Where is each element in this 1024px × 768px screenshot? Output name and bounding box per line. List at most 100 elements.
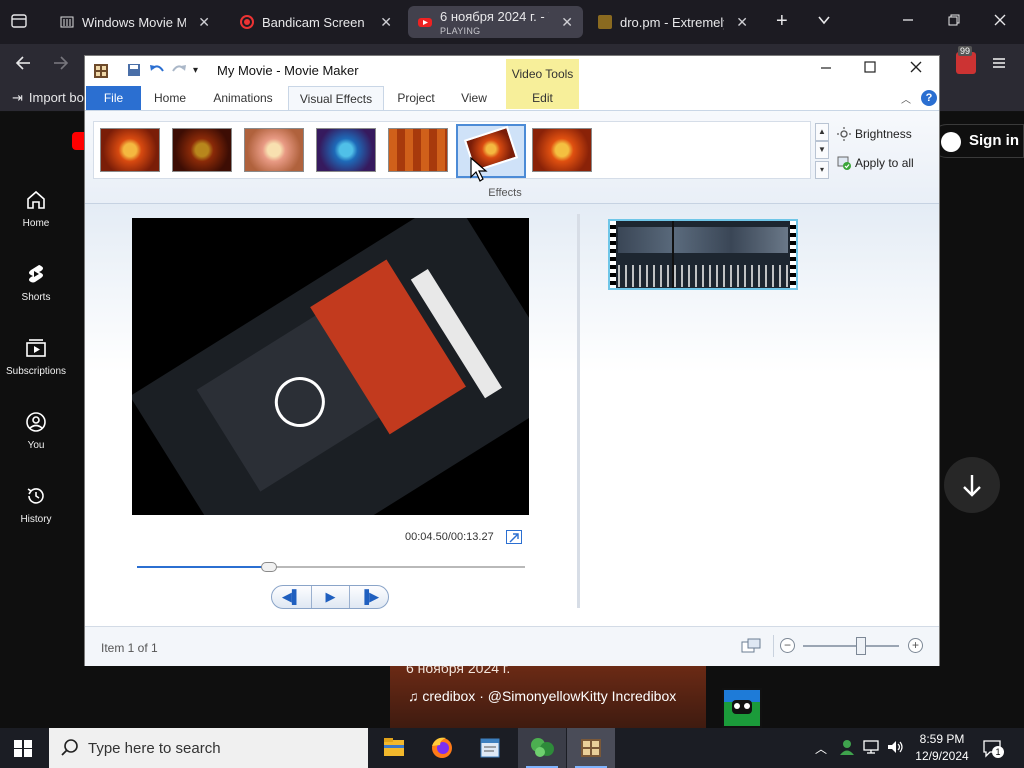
close-icon[interactable]: ✕ (561, 14, 573, 31)
close-icon[interactable] (901, 60, 931, 79)
tab-dropm[interactable]: dro.pm - Extremely Sh ✕ (588, 6, 758, 38)
effect-thumbnail[interactable] (532, 128, 592, 172)
search-icon (61, 739, 78, 756)
effect-thumbnail-selected[interactable] (456, 124, 526, 178)
zoom-in-icon[interactable]: + (908, 638, 923, 653)
menu-icon[interactable] (990, 54, 1008, 77)
apply-to-all-button[interactable]: Apply to all (837, 156, 914, 170)
file-explorer-icon[interactable] (370, 728, 418, 768)
close-icon[interactable]: ✕ (380, 14, 392, 31)
close-icon[interactable]: ✕ (736, 14, 748, 31)
clock[interactable]: 8:59 PM 12/9/2024 (914, 731, 970, 765)
tab-file[interactable]: File (86, 86, 141, 110)
badge-count: 99 (958, 46, 973, 56)
zoom-slider[interactable] (803, 645, 899, 647)
movie-maker-window: ▾ My Movie - Movie Maker Video Tools Fil… (84, 55, 940, 666)
tab-project[interactable]: Project (389, 86, 443, 110)
forward-icon[interactable] (52, 54, 70, 77)
app-icon (93, 63, 109, 82)
app-thumbnail[interactable] (722, 688, 762, 728)
effect-thumbnail[interactable] (100, 128, 160, 172)
pane-divider[interactable] (577, 214, 580, 608)
screen: Windows Movie Maker ✕ Bandicam Screen Re… (0, 0, 1024, 768)
effect-thumbnail[interactable] (388, 128, 448, 172)
close-window-icon[interactable] (992, 12, 1008, 33)
film-sprockets (790, 221, 796, 288)
chevron-down-icon[interactable] (816, 12, 832, 33)
gallery-scroll-up[interactable]: ▲ (815, 123, 829, 141)
clock-time: 8:59 PM (919, 732, 965, 746)
tab-movie-maker[interactable]: Windows Movie Maker ✕ (50, 6, 220, 38)
sidebar-item-home[interactable]: Home (0, 188, 72, 229)
gallery-scroll-down[interactable]: ▼ (815, 141, 829, 159)
seek-handle[interactable] (260, 562, 277, 572)
sign-in-button[interactable]: Sign in (930, 124, 1024, 158)
tab-overview-icon[interactable] (10, 12, 28, 35)
notepad-icon[interactable] (466, 728, 514, 768)
tab-youtube[interactable]: 6 ноября 2024 г. - You PLAYING ✕ (408, 6, 583, 38)
tab-bandicam[interactable]: Bandicam Screen Reco ✕ (230, 6, 402, 38)
help-icon[interactable]: ? (921, 90, 937, 106)
close-icon[interactable]: ✕ (198, 14, 210, 31)
zoom-out-icon[interactable]: − (780, 638, 795, 653)
next-frame-button[interactable]: ▐▶ (350, 586, 389, 608)
tab-edit[interactable]: Edit (506, 86, 579, 110)
mouse-pointer-icon (470, 156, 490, 188)
redo-icon[interactable] (171, 63, 187, 80)
game-icon[interactable] (518, 728, 566, 768)
history-icon (27, 488, 44, 504)
collapse-ribbon-icon[interactable]: ︿ (901, 91, 911, 106)
sidebar-item-shorts[interactable]: Shorts (0, 262, 72, 303)
audio-waveform (618, 265, 788, 287)
sidebar-item-history[interactable]: History (0, 484, 72, 525)
effect-thumbnail[interactable] (244, 128, 304, 172)
sidebar-item-you[interactable]: You (0, 410, 72, 451)
tab-view[interactable]: View (451, 86, 497, 110)
status-bar: Item 1 of 1 − + (85, 626, 939, 666)
playhead[interactable] (672, 221, 674, 288)
firefox-icon[interactable] (418, 728, 466, 768)
fullscreen-preview-icon[interactable] (506, 530, 522, 544)
minimize-icon[interactable] (811, 60, 841, 79)
new-tab-icon[interactable]: + (776, 10, 788, 33)
import-bookmarks[interactable]: ⇥ Import bo (12, 90, 84, 106)
you-icon (26, 412, 46, 432)
ribbon: ▲ ▼ ▾ Effects Brightness Apply to all (85, 110, 939, 204)
video-preview[interactable] (132, 218, 529, 515)
minimize-icon[interactable] (900, 12, 916, 33)
windows-start-icon[interactable] (14, 740, 32, 762)
movie-maker-icon[interactable] (567, 728, 615, 768)
video-info-card[interactable]: 6 ноября 2024 г. ♫ credibox · @Simonyell… (390, 660, 706, 728)
seek-bar[interactable] (137, 562, 525, 572)
restore-icon[interactable] (946, 12, 962, 33)
sidebar-item-subscriptions[interactable]: Subscriptions (0, 336, 72, 377)
thumbnail-size-icon[interactable] (741, 638, 761, 659)
gallery-more[interactable]: ▾ (815, 161, 829, 179)
tab-visual-effects[interactable]: Visual Effects (288, 86, 384, 110)
tab-animations[interactable]: Animations (203, 86, 283, 110)
home-icon (27, 190, 45, 209)
youtube-icon (418, 15, 432, 29)
volume-icon[interactable] (886, 739, 904, 760)
tray-user-icon[interactable] (838, 738, 856, 761)
play-button[interactable]: ▶ (311, 586, 350, 608)
customize-qat-icon[interactable]: ▾ (193, 65, 198, 76)
network-icon[interactable] (862, 739, 880, 760)
scroll-down-button[interactable] (944, 457, 1000, 513)
effect-thumbnail[interactable] (316, 128, 376, 172)
previous-frame-button[interactable]: ◀▌ (272, 586, 311, 608)
taskbar-search-box[interactable]: Type here to search (49, 728, 368, 768)
brightness-button[interactable]: Brightness (837, 127, 912, 141)
back-icon[interactable] (14, 54, 32, 77)
zoom-handle[interactable] (855, 637, 866, 655)
undo-icon[interactable] (149, 63, 165, 80)
youtube-logo[interactable] (72, 132, 84, 150)
timeline-clip[interactable] (608, 219, 798, 290)
extension-icon[interactable]: 99 (956, 46, 976, 74)
notifications-icon[interactable]: 1 (982, 738, 1004, 763)
tray-chevron-icon[interactable]: ︿ (815, 740, 827, 757)
effect-thumbnail[interactable] (172, 128, 232, 172)
save-icon[interactable] (127, 63, 141, 80)
tab-home[interactable]: Home (145, 86, 195, 110)
maximize-icon[interactable] (855, 60, 885, 79)
